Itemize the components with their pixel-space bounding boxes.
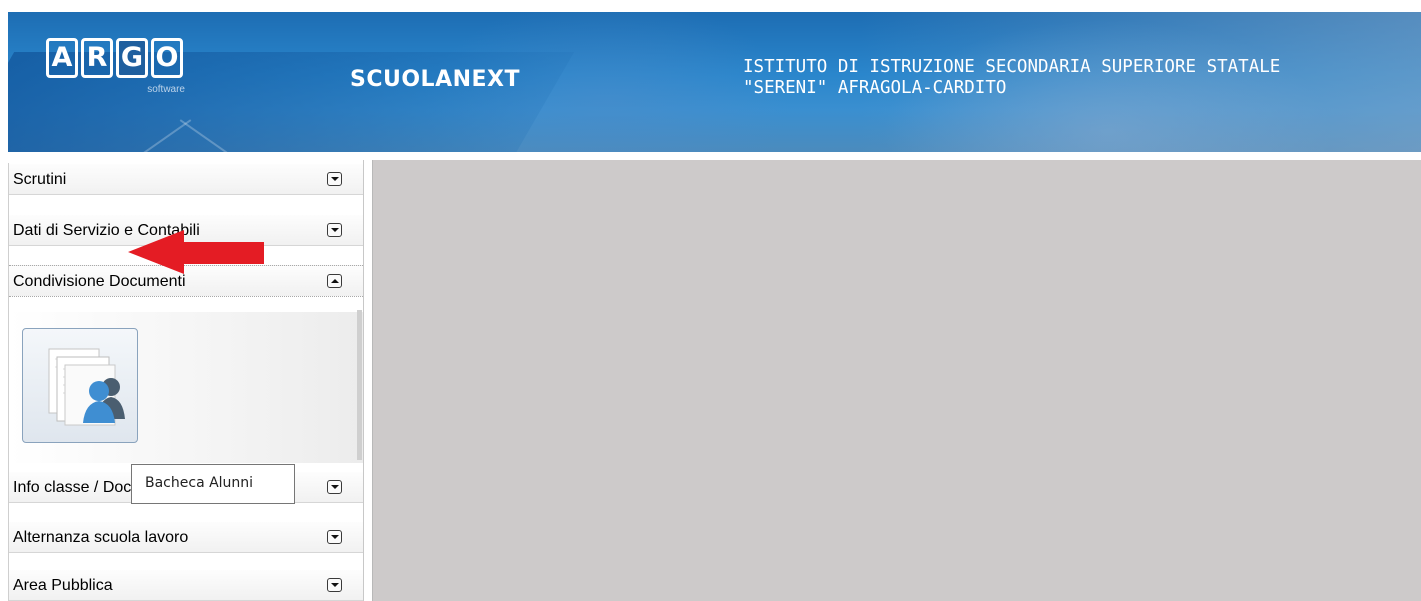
- sidebar-item-area-pubblica[interactable]: Area Pubblica: [9, 569, 363, 601]
- header: A R G O software SCUOLANEXT ISTITUTO DI …: [0, 0, 1421, 160]
- product-name: SCUOLANEXT: [350, 67, 521, 92]
- chevron-down-icon[interactable]: [327, 530, 342, 544]
- main-content-area: [372, 160, 1421, 601]
- chevron-down-icon[interactable]: [327, 223, 342, 237]
- sidebar-splitter[interactable]: [363, 160, 372, 601]
- sidebar-item-label: Alternanza scuola lavoro: [13, 529, 189, 546]
- logo-letter: R: [81, 38, 113, 78]
- logo-letter: O: [151, 38, 183, 78]
- sidebar-item-alternanza[interactable]: Alternanza scuola lavoro: [9, 521, 363, 553]
- sidebar-item-label: Area Pubblica: [13, 577, 113, 594]
- red-arrow-pointer: [128, 230, 264, 274]
- bacheca-alunni-button[interactable]: [22, 328, 138, 443]
- argo-logo: A R G O software: [46, 38, 185, 95]
- tooltip-bacheca-alunni: Bacheca Alunni: [131, 464, 295, 504]
- sidebar-scrollbar[interactable]: [357, 310, 362, 460]
- logo-subtitle: software: [147, 84, 185, 95]
- chevron-up-icon[interactable]: [327, 274, 342, 288]
- chevron-down-icon[interactable]: [327, 480, 342, 494]
- chevron-down-icon[interactable]: [327, 172, 342, 186]
- logo-letter: A: [46, 38, 78, 78]
- chevron-down-icon[interactable]: [327, 578, 342, 592]
- sidebar-item-scrutini[interactable]: Scrutini: [9, 163, 363, 195]
- sidebar-item-label: Scrutini: [13, 171, 67, 188]
- logo-letter: G: [116, 38, 148, 78]
- school-name: ISTITUTO DI ISTRUZIONE SECONDARIA SUPERI…: [743, 57, 1281, 98]
- header-banner: A R G O software SCUOLANEXT ISTITUTO DI …: [8, 12, 1421, 152]
- shared-documents-users-icon: [48, 348, 125, 426]
